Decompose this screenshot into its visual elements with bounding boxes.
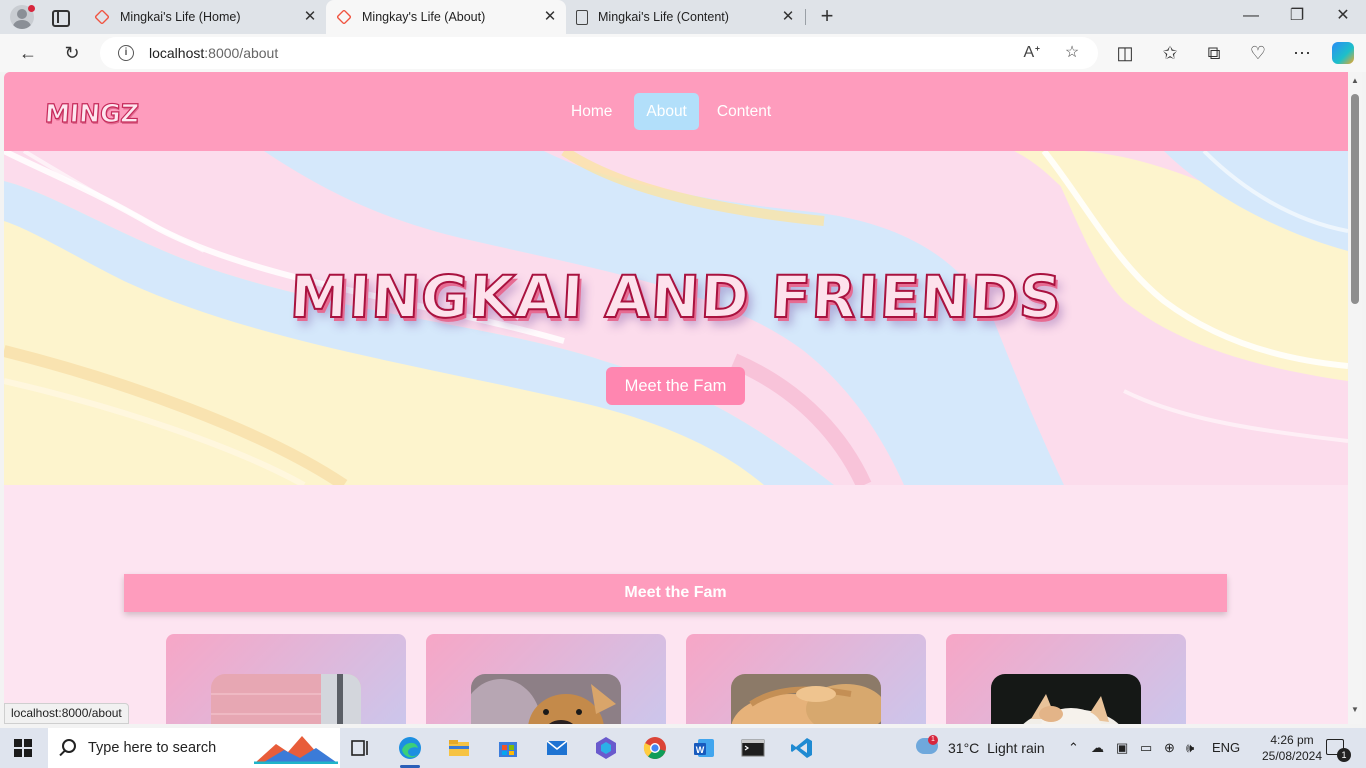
family-card[interactable] [426, 634, 666, 724]
show-hidden-icons-icon[interactable]: ⌃ [1068, 740, 1079, 756]
site-logo[interactable]: MINGZ [43, 98, 140, 128]
site-navbar: MINGZ Home About Content [4, 72, 1348, 151]
system-clock[interactable]: 4:26 pm 25/08/2024 [1260, 732, 1324, 764]
taskbar-search-box[interactable]: Type here to search [48, 728, 340, 768]
laravel-favicon-icon [336, 9, 352, 25]
windows-start-icon[interactable] [14, 739, 32, 757]
language-indicator[interactable]: ENG [1212, 740, 1240, 755]
mail-icon[interactable] [543, 734, 571, 762]
browser-tab-about[interactable]: Mingkay's Life (About) ✕ [326, 0, 566, 34]
copilot-icon[interactable] [1332, 42, 1354, 64]
search-placeholder: Type here to search [88, 740, 217, 756]
address-bar[interactable]: i localhost:8000/about Aᐩ ☆ [100, 37, 1098, 69]
close-window-icon[interactable]: ✕ [1332, 5, 1354, 27]
close-tab-icon[interactable]: ✕ [302, 9, 318, 25]
browser-tab-content[interactable]: Mingkai's Life (Content) ✕ [566, 0, 804, 34]
refresh-icon[interactable]: ↻ [61, 42, 83, 64]
family-card[interactable] [166, 634, 406, 724]
tab-actions-icon[interactable] [50, 8, 70, 27]
notification-count-badge: 1 [1337, 748, 1351, 762]
tab-title: Mingkai's Life (Home) [120, 10, 241, 24]
family-card[interactable] [946, 634, 1186, 724]
battery-icon[interactable]: ▭ [1140, 740, 1152, 756]
weather-desc: Light rain [987, 740, 1045, 756]
browser-toolbar: ← ↻ i localhost:8000/about Aᐩ ☆ ◫ ✩ ⧉ ♡ … [0, 34, 1366, 72]
file-explorer-icon[interactable] [445, 734, 473, 762]
network-icon[interactable]: ⊕ [1164, 740, 1175, 756]
close-tab-icon[interactable]: ✕ [542, 9, 558, 25]
address-url[interactable]: localhost:8000/about [149, 45, 278, 61]
page-viewport: MINGZ Home About Content MINGKAI AND FRI… [4, 72, 1348, 724]
browser-tab-home[interactable]: Mingkai's Life (Home) ✕ [84, 0, 326, 34]
page-scrollbar[interactable]: ▲ ▼ [1348, 72, 1362, 724]
meet-now-icon[interactable]: ▣ [1116, 740, 1128, 756]
read-aloud-icon[interactable]: Aᐩ [1022, 43, 1042, 63]
meet-the-fam-button[interactable]: Meet the Fam [606, 367, 745, 405]
svg-text:W: W [696, 745, 705, 755]
url-host: localhost [149, 45, 205, 61]
hero-title: MINGKAI AND FRIENDS [287, 262, 1064, 332]
chrome-icon[interactable] [641, 734, 669, 762]
terminal-icon[interactable] [739, 734, 767, 762]
volume-icon[interactable]: 🕪 [1186, 740, 1194, 756]
task-view-icon[interactable] [346, 734, 374, 762]
scroll-thumb[interactable] [1351, 94, 1359, 304]
collections-icon[interactable]: ⧉ [1203, 42, 1225, 64]
white-cat-photo [991, 674, 1141, 724]
document-favicon-icon [576, 9, 588, 25]
restore-icon[interactable]: ❐ [1286, 5, 1308, 27]
dog-photo [471, 674, 621, 724]
weather-temp: 31°C [948, 740, 980, 756]
tab-separator [805, 9, 806, 25]
weather-badge: 1 [928, 735, 938, 745]
microsoft-store-icon[interactable] [494, 734, 522, 762]
nav-link-about[interactable]: About [634, 93, 699, 130]
favorite-star-icon[interactable]: ☆ [1062, 43, 1082, 63]
nav-link-home[interactable]: Home [559, 93, 624, 130]
onedrive-offline-icon[interactable]: ☁ [1091, 740, 1104, 756]
nav-links: Home About Content [559, 93, 789, 130]
split-screen-icon[interactable]: ◫ [1114, 42, 1136, 64]
pink-wall-photo [211, 674, 361, 724]
tab-title: Mingkay's Life (About) [362, 10, 486, 24]
scroll-down-icon[interactable]: ▼ [1350, 705, 1360, 714]
minimize-icon[interactable]: — [1240, 5, 1262, 27]
search-highlight-illustration [254, 736, 338, 764]
clock-time: 4:26 pm [1270, 733, 1314, 747]
clock-date: 25/08/2024 [1261, 749, 1323, 763]
status-bar-url: localhost:8000/about [4, 703, 129, 724]
scroll-up-icon[interactable]: ▲ [1350, 76, 1360, 85]
clipchamp-icon[interactable] [592, 734, 620, 762]
close-tab-icon[interactable]: ✕ [780, 9, 796, 25]
windows-taskbar: Type here to search W 1 31°C Light rain … [0, 728, 1366, 768]
browser-tab-bar: Mingkai's Life (Home) ✕ Mingkay's Life (… [0, 0, 1366, 34]
browser-essentials-icon[interactable]: ♡ [1247, 42, 1269, 64]
vscode-icon[interactable] [788, 734, 816, 762]
nav-link-content[interactable]: Content [705, 93, 783, 130]
orange-cat-photo [731, 674, 881, 724]
hero-section: MINGKAI AND FRIENDS Meet the Fam [4, 151, 1348, 485]
tab-title: Mingkai's Life (Content) [598, 10, 729, 24]
word-icon[interactable]: W [690, 734, 718, 762]
new-tab-icon[interactable]: + [816, 5, 838, 27]
profile-notification-dot [28, 5, 35, 12]
section-title-banner: Meet the Fam [124, 574, 1227, 612]
more-options-icon[interactable]: ⋯ [1291, 42, 1313, 64]
laravel-favicon-icon [94, 9, 110, 25]
family-card[interactable] [686, 634, 926, 724]
site-info-icon[interactable]: i [118, 45, 134, 61]
favorites-icon[interactable]: ✩ [1159, 42, 1181, 64]
url-path: :8000/about [204, 45, 279, 61]
back-icon[interactable]: ← [17, 42, 39, 64]
edge-browser-icon[interactable] [396, 734, 424, 768]
weather-widget[interactable]: 31°C Light rain [948, 740, 1045, 756]
search-icon [62, 739, 76, 753]
